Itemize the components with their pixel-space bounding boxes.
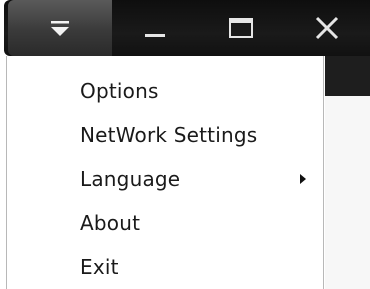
menu-item-label: NetWork Settings xyxy=(80,123,258,147)
minimize-icon xyxy=(145,34,165,37)
title-bar xyxy=(4,0,370,56)
window-header-strip xyxy=(325,56,370,96)
close-icon xyxy=(315,16,339,40)
window-content-area xyxy=(325,96,370,289)
dropdown-menu-icon xyxy=(51,21,69,36)
menu-item-label: About xyxy=(80,211,141,235)
minimize-button[interactable] xyxy=(112,0,198,56)
dropdown-menu: Options NetWork Settings Language About … xyxy=(6,56,324,289)
submenu-arrow-icon xyxy=(300,174,306,184)
close-button[interactable] xyxy=(284,0,370,56)
menu-item-about[interactable]: About xyxy=(7,201,323,245)
menu-item-label: Exit xyxy=(80,255,119,279)
menu-button[interactable] xyxy=(8,0,112,56)
menu-item-language[interactable]: Language xyxy=(7,157,323,201)
menu-item-options[interactable]: Options xyxy=(7,69,323,113)
menu-item-label: Language xyxy=(80,167,181,191)
maximize-button[interactable] xyxy=(198,0,284,56)
maximize-icon xyxy=(229,18,253,38)
menu-item-label: Options xyxy=(80,79,159,103)
menu-item-exit[interactable]: Exit xyxy=(7,245,323,289)
menu-item-network-settings[interactable]: NetWork Settings xyxy=(7,113,323,157)
